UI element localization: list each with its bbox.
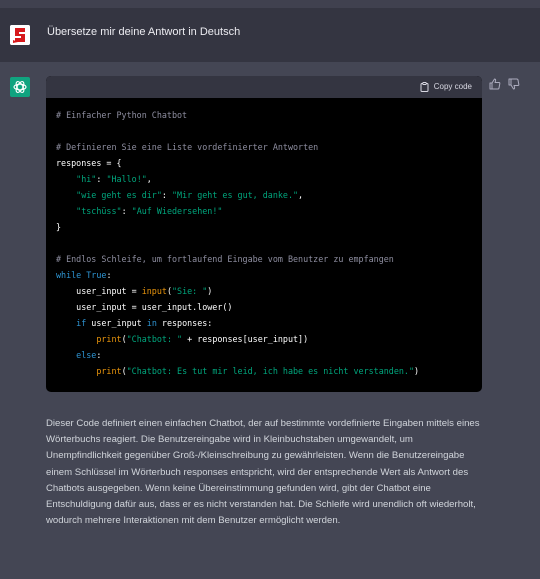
code-token: True <box>86 270 107 280</box>
code-content: # Einfacher Python Chatbot # Definieren … <box>56 107 419 379</box>
code-token: responses = { <box>56 158 122 168</box>
code-token: user_input = user_input.lower() <box>56 302 233 312</box>
code-line: "hi": "Hallo!", <box>56 171 419 187</box>
code-line: "wie geht es dir": "Mir geht es gut, dan… <box>56 187 419 203</box>
code-token: "Auf Wiedersehen!" <box>131 206 223 216</box>
code-token: + responses[user_input]) <box>182 334 309 344</box>
code-token: print <box>96 366 122 376</box>
code-token: ) <box>207 286 213 296</box>
copy-code-label: Copy code <box>433 82 472 91</box>
code-token: "tschüss" <box>76 206 122 216</box>
code-token: "Sie: " <box>171 286 208 296</box>
user-message-row: Übersetze mir deine Antwort in Deutsch <box>0 8 540 62</box>
code-token: "Chatbot: " <box>126 334 183 344</box>
code-token: : <box>96 350 102 360</box>
code-token: "Hallo!" <box>106 174 147 184</box>
thumbs-up-icon[interactable] <box>489 78 501 90</box>
code-line: "tschüss": "Auf Wiedersehen!" <box>56 203 419 219</box>
code-line: } <box>56 219 419 235</box>
code-line: print("Chatbot: Es tut mir leid, ich hab… <box>56 363 419 379</box>
code-line: user_input = user_input.lower() <box>56 299 419 315</box>
code-line: responses = { <box>56 155 419 171</box>
code-line: print("Chatbot: " + responses[user_input… <box>56 331 419 347</box>
code-token: user_input = <box>56 286 142 296</box>
code-token: "wie geht es dir" <box>76 190 162 200</box>
code-token: "Mir geht es gut, danke." <box>171 190 299 200</box>
code-token: # Definieren Sie eine Liste vordefiniert… <box>56 142 319 152</box>
code-token: ) <box>414 366 420 376</box>
user-avatar-icon <box>10 25 30 45</box>
user-message-text: Übersetze mir deine Antwort in Deutsch <box>47 26 241 38</box>
code-token: # Einfacher Python Chatbot <box>56 110 188 120</box>
code-token: "Chatbot: Es tut mir leid, ich habe es n… <box>126 366 415 376</box>
top-bar <box>0 0 540 8</box>
chatgpt-logo-icon <box>10 77 30 97</box>
code-token: # Endlos Schleife, um fortlaufend Eingab… <box>56 254 394 264</box>
code-token: } <box>56 222 62 232</box>
code-block: Copy code # Einfacher Python Chatbot # D… <box>46 76 482 392</box>
code-token: if <box>76 318 87 328</box>
code-line: while True: <box>56 267 419 283</box>
code-token: , <box>146 174 152 184</box>
assistant-message-row: Copy code # Einfacher Python Chatbot # D… <box>0 62 540 579</box>
copy-code-button[interactable]: Copy code <box>420 80 472 94</box>
code-token: input <box>141 286 167 296</box>
code-token: : <box>96 174 107 184</box>
code-block-header: Copy code <box>46 76 482 98</box>
code-line: # Endlos Schleife, um fortlaufend Eingab… <box>56 251 419 267</box>
code-token: : <box>121 206 132 216</box>
code-line: if user_input in responses: <box>56 315 419 331</box>
code-token: user_input <box>86 318 147 328</box>
code-token: else <box>76 350 97 360</box>
code-token: , <box>298 190 304 200</box>
code-token: in <box>146 318 157 328</box>
code-line: # Definieren Sie eine Liste vordefiniert… <box>56 139 419 155</box>
code-token: : <box>106 270 112 280</box>
code-token: print <box>96 334 122 344</box>
code-line: # Einfacher Python Chatbot <box>56 107 419 123</box>
clipboard-icon <box>420 82 429 92</box>
code-token: while <box>56 270 82 280</box>
code-token: "hi" <box>76 174 97 184</box>
code-line: else: <box>56 347 419 363</box>
code-token: responses: <box>156 318 213 328</box>
code-line: user_input = input("Sie: ") <box>56 283 419 299</box>
explanation-text: Dieser Code definiert einen einfachen Ch… <box>46 418 480 527</box>
thumbs-down-icon[interactable] <box>508 78 520 90</box>
code-token: : <box>161 190 172 200</box>
